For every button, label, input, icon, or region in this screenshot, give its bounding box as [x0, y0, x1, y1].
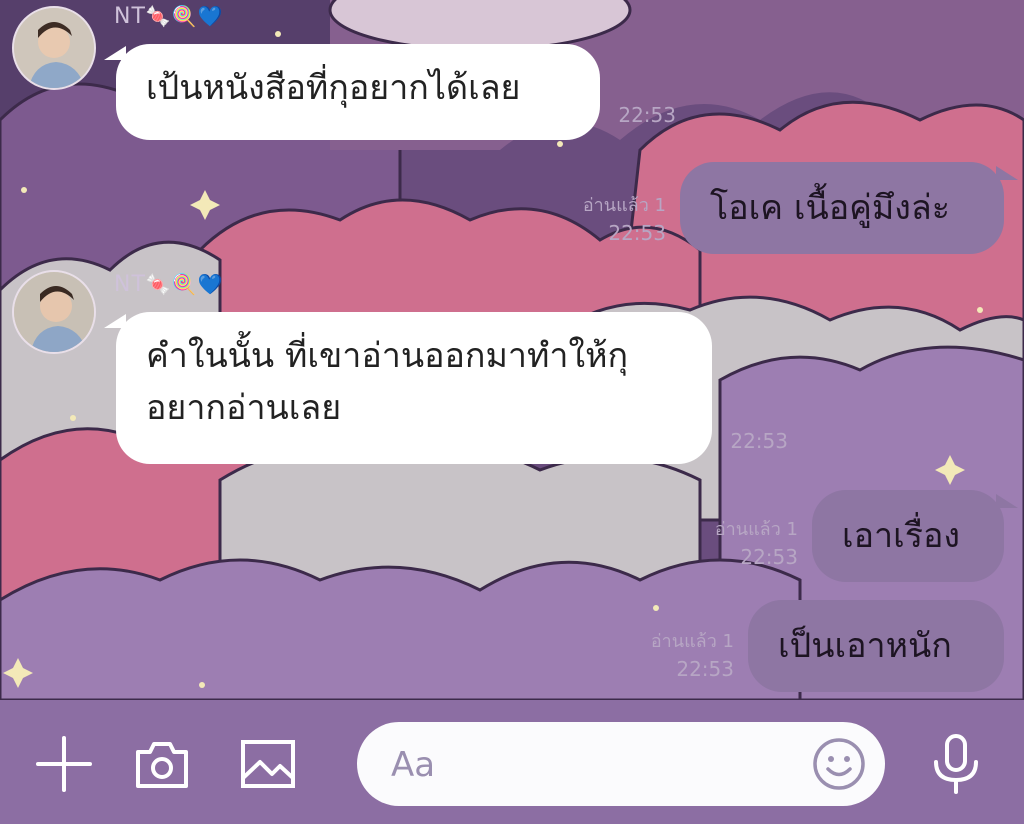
read-receipt: อ่านแล้ว 1: [582, 195, 666, 216]
message-text: เป็นเอาหนัก: [778, 626, 952, 666]
message-bubble-outgoing[interactable]: โอเค เนื้อคู่มึงล่ะ: [680, 162, 1004, 254]
message-bubble-incoming[interactable]: เป้นหนังสือที่กุอยากได้เลย: [116, 44, 600, 140]
camera-icon: [136, 742, 188, 788]
message-text-line: คำในนั้น ที่เขาอ่านออกมาทำให้กุ: [146, 336, 629, 376]
sender-avatar[interactable]: [12, 6, 96, 90]
avatar-photo: [14, 8, 94, 88]
message-time: 22:53: [608, 221, 666, 245]
emoji-button[interactable]: [811, 736, 867, 792]
sender-avatar[interactable]: [12, 270, 96, 354]
sender-name: NT🍬🍭💙: [114, 4, 224, 29]
message-text: เอาเรื่อง: [842, 516, 961, 556]
message-bubble-incoming[interactable]: คำในนั้น ที่เขาอ่านออกมาทำให้กุ อยากอ่าน…: [116, 312, 712, 464]
microphone-button[interactable]: [926, 734, 986, 794]
microphone-icon: [934, 734, 978, 794]
sender-name: NT🍬🍭💙: [114, 272, 224, 297]
camera-button[interactable]: [132, 734, 192, 794]
plus-icon: [36, 736, 92, 792]
message-time: 22:53: [730, 429, 788, 453]
message-text: โอเค เนื้อคู่มึงล่ะ: [710, 188, 950, 228]
read-receipt: อ่านแล้ว 1: [714, 519, 798, 540]
read-receipt: อ่านแล้ว 1: [650, 631, 734, 652]
message-input-box[interactable]: [357, 722, 885, 806]
bubble-tail: [996, 166, 1018, 180]
message-composer: [0, 700, 1024, 824]
message-input[interactable]: [389, 740, 793, 790]
message-bubble-outgoing[interactable]: เป็นเอาหนัก: [748, 600, 1004, 692]
message-time: 22:53: [740, 545, 798, 569]
message-time: 22:53: [618, 103, 676, 127]
avatar-photo: [14, 272, 94, 352]
message-text-line: อยากอ่านเลย: [146, 388, 342, 428]
message-text: เป้นหนังสือที่กุอยากได้เลย: [146, 68, 521, 108]
image-button[interactable]: [238, 734, 298, 794]
smiley-icon: [813, 738, 865, 790]
plus-button[interactable]: [34, 734, 94, 794]
chat-background: NT🍬🍭💙 เป้นหนังสือที่กุอยากได้เลย 22:53 อ…: [0, 0, 1024, 700]
bubble-tail: [996, 494, 1018, 508]
message-time: 22:53: [676, 657, 734, 681]
image-icon: [241, 740, 295, 788]
message-bubble-outgoing[interactable]: เอาเรื่อง: [812, 490, 1004, 582]
